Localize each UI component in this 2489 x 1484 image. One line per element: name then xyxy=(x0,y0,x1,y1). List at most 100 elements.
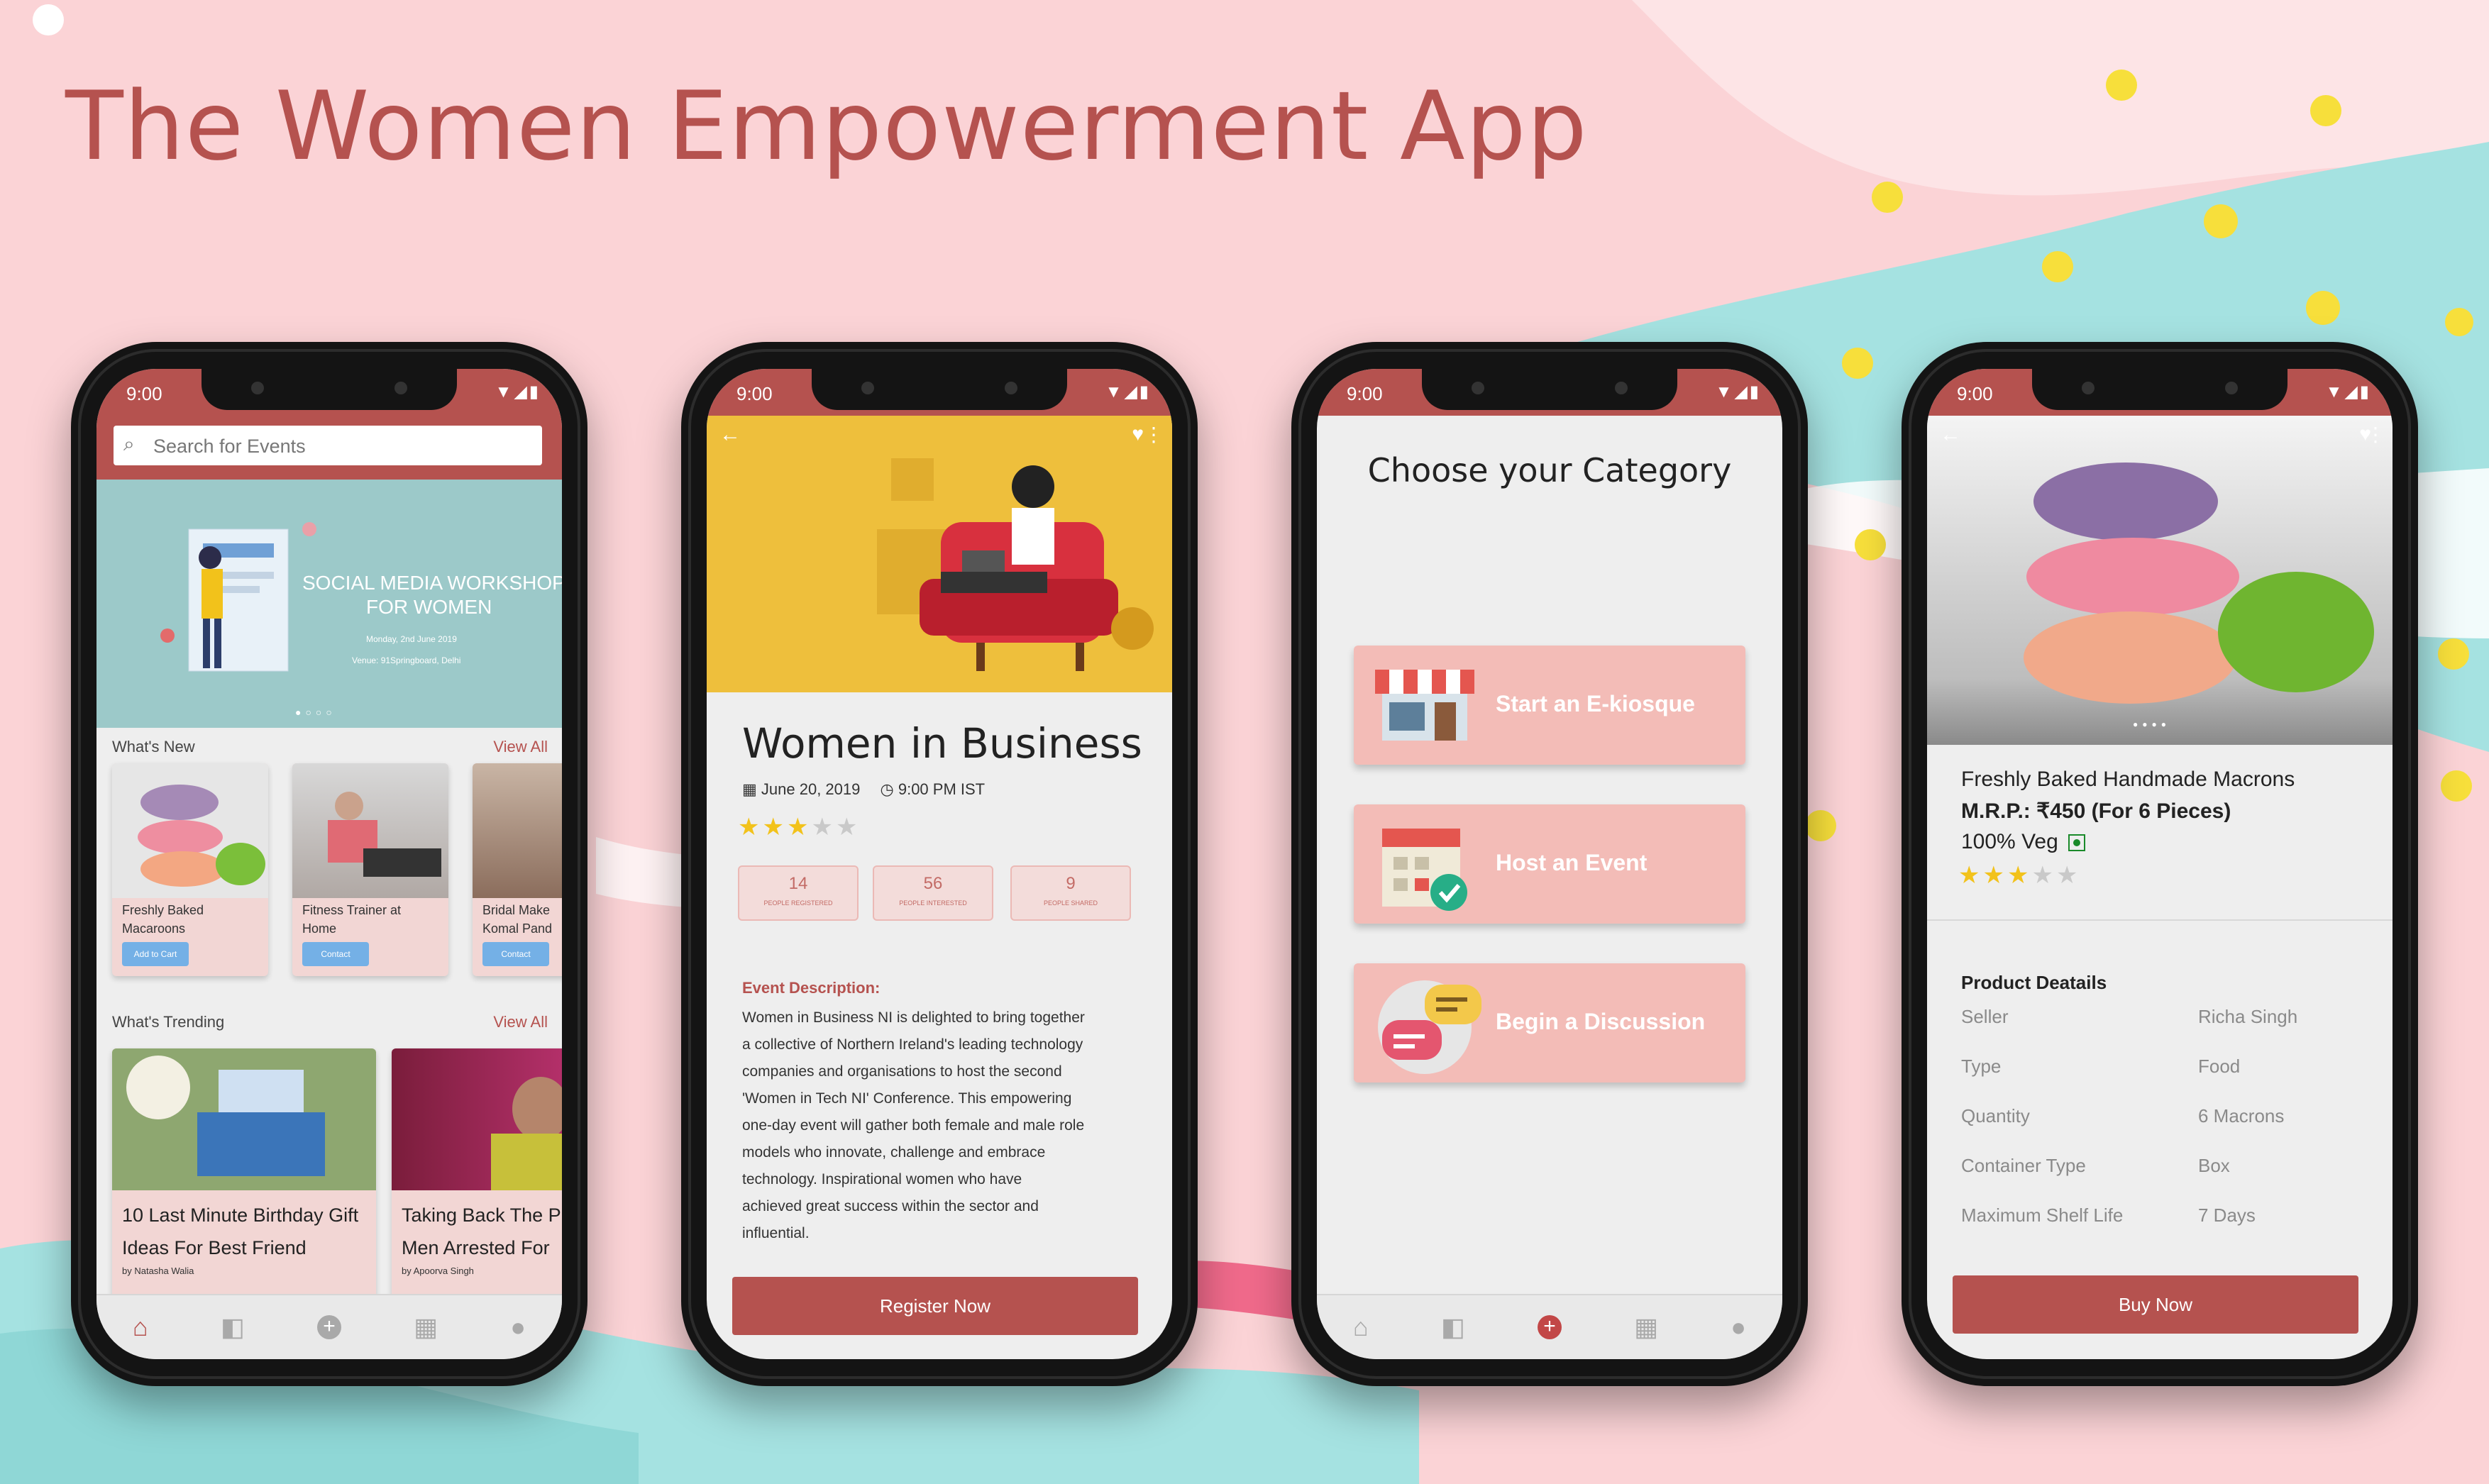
event-time: 9:00 PM IST xyxy=(898,780,986,798)
star-icon: ★ xyxy=(738,814,760,841)
home-screen: 9:00 ▼◢▮ ⌕ Search for Events SOCIAL MEDI… xyxy=(96,369,562,1359)
stat-shared: 9 PEOPLE SHARED xyxy=(1010,865,1131,921)
product-name: Freshly Baked Handmade Macrons xyxy=(1961,768,2295,791)
shop-icon xyxy=(1375,670,1474,741)
star-icon: ★ xyxy=(2031,862,2053,889)
contact-button[interactable]: Contact xyxy=(302,942,369,966)
heart-icon[interactable]: ♥ xyxy=(1132,423,1144,445)
banner-carousel[interactable]: SOCIAL MEDIA WORKSHOP FOR WOMEN Monday, … xyxy=(96,480,562,728)
macaron-pink xyxy=(2026,538,2239,616)
macaron-peach xyxy=(2024,611,2236,704)
begin-discussion-button[interactable]: Begin a Discussion xyxy=(1354,963,1745,1082)
add-icon[interactable]: + xyxy=(1538,1315,1562,1339)
search-header: ⌕ Search for Events xyxy=(96,416,562,480)
stat-registered: 14 PEOPLE REGISTERED xyxy=(738,865,859,921)
calendar-icon: ▦ xyxy=(742,780,757,798)
banner-date: Monday, 2nd June 2019 xyxy=(366,634,457,644)
signal-battery-icon: ▼◢▮ xyxy=(1105,382,1151,402)
phone-product-detail: 9:00 ▼◢▮ ← ♥ ⋮ ●●●● Freshly Baked Handma… xyxy=(1902,342,2418,1386)
buy-now-button[interactable]: Buy Now xyxy=(1953,1275,2358,1334)
article-author: by Natasha Walia xyxy=(122,1266,194,1276)
category-label: Begin a Discussion xyxy=(1496,1009,1706,1034)
article-title: Taking Back The P Men Arrested For xyxy=(402,1205,561,1258)
more-menu-icon[interactable]: ⋮ xyxy=(2366,423,2385,446)
phone-event-detail: 9:00 ▼◢▮ ← ♥ ⋮ Women in Business ▦ June … xyxy=(681,342,1198,1386)
calendar-icon[interactable]: ▦ xyxy=(1634,1312,1658,1342)
signal-battery-icon: ▼◢▮ xyxy=(1715,382,1761,402)
whats-trending-view-all[interactable]: View All xyxy=(493,1013,548,1031)
trending-article-card[interactable]: Taking Back The P Men Arrested For by Ap… xyxy=(392,1048,562,1318)
veg-label: 100% Veg xyxy=(1961,830,2086,854)
banner-title-2: FOR WOMEN xyxy=(366,596,492,618)
search-input[interactable]: ⌕ Search for Events xyxy=(114,426,542,465)
status-time: 9:00 xyxy=(1347,383,1383,404)
back-arrow-icon[interactable]: ← xyxy=(1940,423,1961,447)
signal-battery-icon: ▼◢▮ xyxy=(495,382,541,402)
register-now-button[interactable]: Register Now xyxy=(732,1277,1138,1335)
divider xyxy=(1927,919,2393,921)
event-title: Women in Business xyxy=(742,719,1142,768)
more-menu-icon[interactable]: ⋮ xyxy=(1144,423,1164,446)
article-author: by Apoorva Singh xyxy=(402,1266,474,1276)
home-icon[interactable]: ⌂ xyxy=(1353,1312,1369,1342)
status-time: 9:00 xyxy=(1957,383,1993,404)
whats-trending-title: What's Trending xyxy=(112,1013,225,1031)
star-icon: ★ xyxy=(762,814,784,841)
event-date: June 20, 2019 xyxy=(761,780,861,798)
contact-button[interactable]: Contact xyxy=(482,942,549,966)
banner-venue: Venue: 91Springboard, Delhi xyxy=(352,655,461,665)
notch xyxy=(2032,369,2287,410)
new-item-card[interactable]: Freshly Baked Macaroons Add to Cart xyxy=(112,763,268,976)
event-screen: 9:00 ▼◢▮ ← ♥ ⋮ Women in Business ▦ June … xyxy=(707,369,1172,1359)
star-icon: ★ xyxy=(786,814,809,841)
macaron-thumbnail xyxy=(112,763,268,898)
star-icon: ★ xyxy=(835,814,858,841)
category-label: Start an E-kiosque xyxy=(1496,691,1695,716)
category-label: Host an Event xyxy=(1496,850,1648,875)
add-to-cart-button[interactable]: Add to Cart xyxy=(122,942,189,966)
search-placeholder: Search for Events xyxy=(153,436,306,457)
product-image: ← ♥ ⋮ ●●●● xyxy=(1927,416,2393,745)
signal-battery-icon: ▼◢▮ xyxy=(2325,382,2371,402)
trending-article-card[interactable]: 10 Last Minute Birthday Gift Ideas For B… xyxy=(112,1048,376,1318)
whats-new-title: What's New xyxy=(112,738,195,755)
product-rating: ★ ★ ★ ★ ★ xyxy=(1958,861,2080,890)
category-heading: Choose your Category xyxy=(1367,451,1732,489)
phone-home: 9:00 ▼◢▮ ⌕ Search for Events SOCIAL MEDI… xyxy=(71,342,587,1386)
macaron-purple xyxy=(2033,463,2218,541)
profile-icon[interactable]: ● xyxy=(510,1312,526,1342)
whats-new-view-all[interactable]: View All xyxy=(493,738,548,756)
phone-category: 9:00 ▼◢▮ Choose your Category Start an E… xyxy=(1291,342,1808,1386)
carousel-dots: ●○○○ xyxy=(295,707,336,718)
event-illustration xyxy=(877,458,1154,671)
fitness-thumbnail xyxy=(292,763,448,898)
category-screen: 9:00 ▼◢▮ Choose your Category Start an E… xyxy=(1317,369,1782,1359)
product-screen: 9:00 ▼◢▮ ← ♥ ⋮ ●●●● Freshly Baked Handma… xyxy=(1927,369,2393,1359)
new-item-title: Freshly Baked Macaroons xyxy=(122,903,204,936)
bottom-nav: ⌂ ◧ + ▦ ● xyxy=(1317,1294,1782,1359)
new-item-card[interactable]: Fitness Trainer at Home Contact xyxy=(292,763,448,976)
shopping-bag-icon[interactable]: ◧ xyxy=(1441,1312,1465,1342)
event-rating: ★ ★ ★ ★ ★ xyxy=(738,813,860,841)
woman-thumbnail xyxy=(392,1048,562,1190)
shopping-bag-icon[interactable]: ◧ xyxy=(221,1312,245,1342)
event-meta: ▦ June 20, 2019 ◷ 9:00 PM IST xyxy=(742,780,985,799)
bottom-nav: ⌂ ◧ + ▦ ● xyxy=(96,1294,562,1359)
new-item-card[interactable]: Bridal Make Komal Pand Contact xyxy=(473,763,562,976)
event-hero-image: ← ♥ ⋮ xyxy=(707,416,1172,692)
back-arrow-icon[interactable]: ← xyxy=(719,423,741,447)
status-time: 9:00 xyxy=(126,383,162,404)
product-details-title: Product Deatails xyxy=(1961,972,2107,993)
start-ekiosque-button[interactable]: Start an E-kiosque xyxy=(1354,646,1745,765)
chat-bubbles-icon xyxy=(1378,980,1481,1074)
home-icon[interactable]: ⌂ xyxy=(133,1312,148,1342)
star-icon: ★ xyxy=(811,814,833,841)
add-icon[interactable]: + xyxy=(317,1315,341,1339)
clock-icon: ◷ xyxy=(880,780,894,798)
profile-icon[interactable]: ● xyxy=(1731,1312,1746,1342)
host-event-button[interactable]: Host an Event xyxy=(1354,804,1745,924)
event-description: Women in Business NI is delighted to bri… xyxy=(742,1009,1085,1241)
notch xyxy=(202,369,457,410)
calendar-icon[interactable]: ▦ xyxy=(414,1312,438,1342)
carousel-dots: ●●●● xyxy=(2133,719,2170,729)
